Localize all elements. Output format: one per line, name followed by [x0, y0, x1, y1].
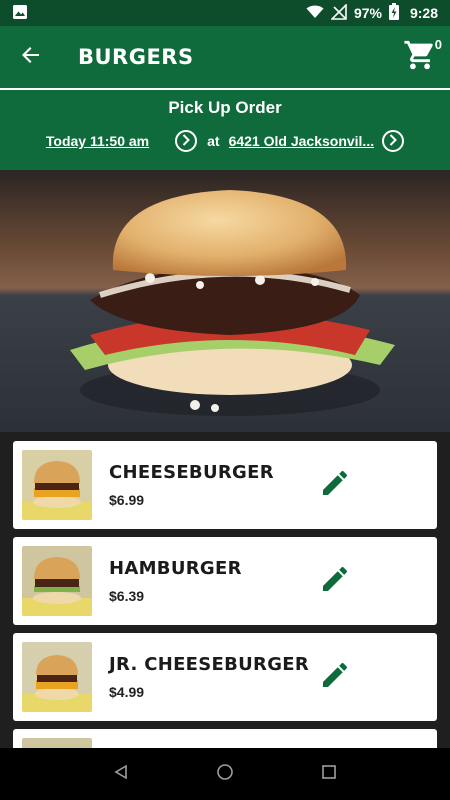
cart-icon [403, 38, 437, 77]
status-bar: 97% 9:28 [0, 0, 450, 26]
no-signal-icon [330, 2, 347, 23]
wifi-icon [306, 5, 324, 22]
item-price: $4.99 [109, 684, 145, 700]
nav-back-button[interactable] [113, 764, 129, 785]
list-item[interactable]: CHEESEBURGER $6.99 [13, 441, 437, 529]
chevron-right-icon [388, 133, 398, 149]
app-bar: BURGERS 0 [0, 26, 450, 88]
system-nav-bar [0, 748, 450, 800]
cheeseburger-thumbnail [22, 450, 92, 520]
pickup-time-link[interactable]: Today 11:50 am [46, 133, 149, 149]
battery-percent: 97% [353, 5, 382, 21]
cart-count-badge: 0 [434, 37, 442, 52]
nav-home-button[interactable] [216, 763, 234, 786]
back-button[interactable] [0, 26, 62, 88]
screen: 97% 9:28 BURGERS 0 Pick Up Order Today 1… [0, 0, 450, 800]
battery-charging-icon [388, 3, 399, 23]
pickup-location-link[interactable]: 6421 Old Jacksonvil... [229, 133, 375, 149]
pencil-icon [319, 659, 351, 696]
item-price: $6.99 [109, 492, 145, 508]
chevron-right-icon [181, 133, 191, 149]
edit-button[interactable] [311, 557, 359, 605]
list-item[interactable]: HAMBURGER $6.39 [13, 537, 437, 625]
image-icon [12, 4, 28, 23]
cart-button[interactable]: 0 [400, 37, 442, 77]
pencil-icon [319, 467, 351, 504]
menu-list: CHEESEBURGER $6.99 HAMBURGER $6.39 JR. C… [0, 432, 450, 748]
order-details-row: Today 11:50 am at 6421 Old Jacksonvil... [0, 130, 450, 152]
change-location-button[interactable] [382, 130, 405, 152]
nav-recents-button[interactable] [321, 764, 337, 785]
clock: 9:28 [409, 5, 438, 21]
at-label: at [207, 133, 220, 149]
list-item-partial[interactable] [13, 729, 437, 748]
hero-burger-image [0, 170, 450, 432]
item-name: HAMBURGER [109, 558, 242, 579]
hamburger-thumbnail [22, 546, 92, 616]
next-item-thumbnail [22, 738, 92, 748]
jr-cheeseburger-thumbnail [22, 642, 92, 712]
edit-button[interactable] [311, 653, 359, 701]
pickup-order-bar: Pick Up Order Today 11:50 am at 6421 Old… [0, 90, 450, 170]
item-name: CHEESEBURGER [109, 462, 274, 483]
pencil-icon [319, 563, 351, 600]
order-type-title: Pick Up Order [168, 98, 282, 117]
item-price: $6.39 [109, 588, 145, 604]
arrow-left-icon [21, 45, 41, 70]
change-time-button[interactable] [175, 130, 198, 152]
list-item[interactable]: JR. CHEESEBURGER $4.99 [13, 633, 437, 721]
item-name: JR. CHEESEBURGER [109, 654, 310, 675]
edit-button[interactable] [311, 461, 359, 509]
page-title: BURGERS [78, 45, 194, 69]
